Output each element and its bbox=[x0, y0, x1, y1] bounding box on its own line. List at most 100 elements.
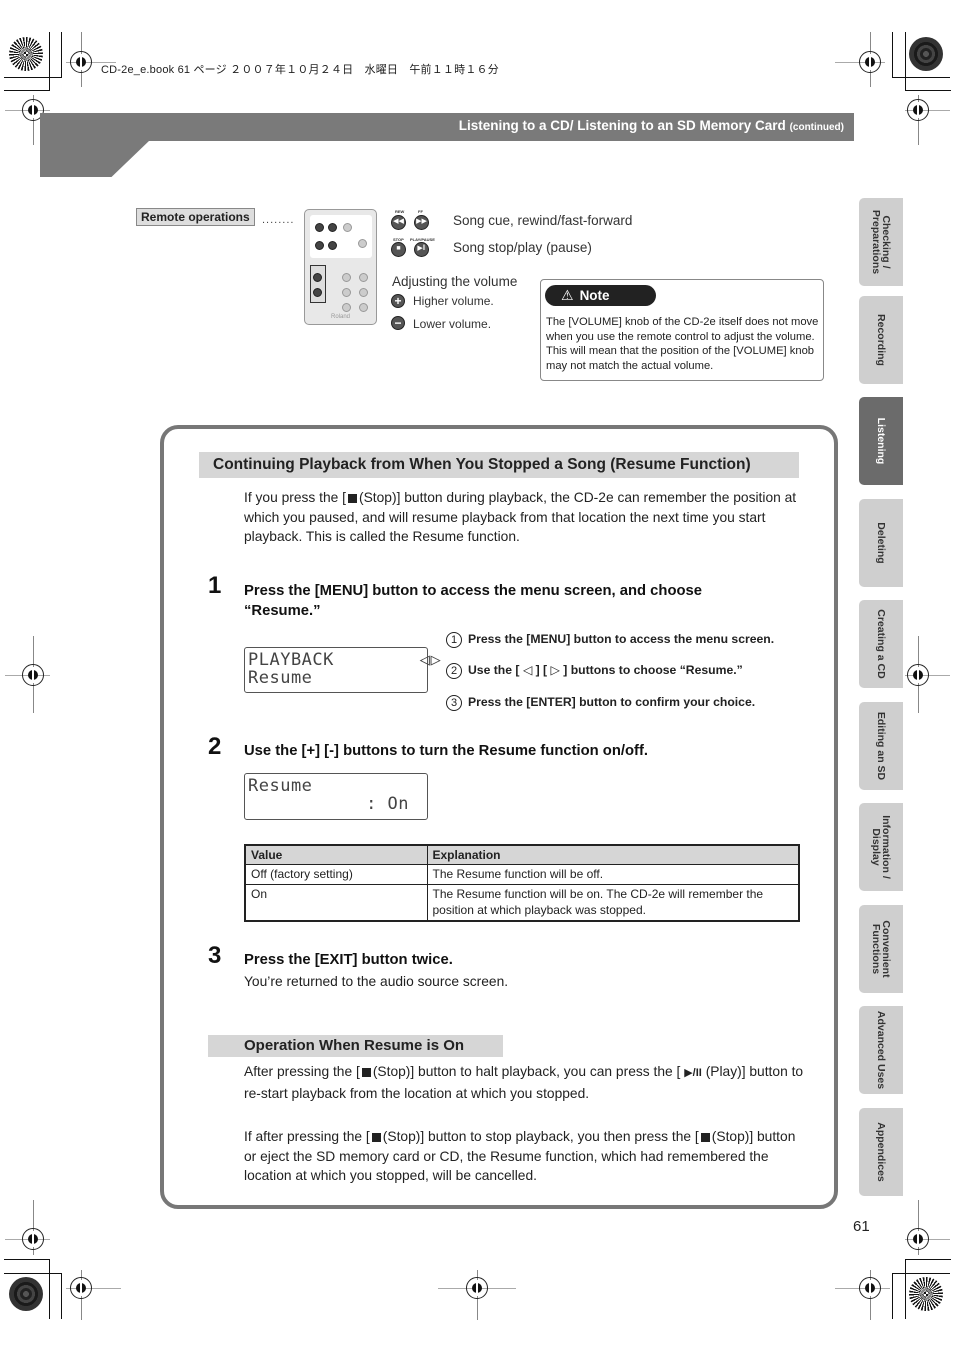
remote-down-button bbox=[359, 288, 368, 297]
step-title: Press the [EXIT] button twice. bbox=[244, 952, 453, 968]
table-row: On The Resume function will be on. The C… bbox=[244, 883, 800, 921]
table-row: Off (factory setting) The Resume functio… bbox=[244, 863, 800, 885]
side-tab-label: Editing an SD bbox=[875, 711, 887, 781]
registration-mark bbox=[859, 51, 881, 73]
remote-fast-button bbox=[342, 303, 351, 312]
table-cell: The Resume function will be off. bbox=[426, 863, 800, 885]
step-title: Use the [+] [-] buttons to turn the Resu… bbox=[244, 743, 649, 759]
sub-step: 2 Use the [ ◁ ] [ ▷ ] buttons to choose “… bbox=[446, 663, 743, 679]
sub-step: 1 Press the [MENU] button to access the m… bbox=[446, 632, 774, 648]
registration-mark bbox=[907, 664, 929, 686]
stop-icon bbox=[700, 1132, 710, 1142]
step-title: Press the [MENU] button to access the me… bbox=[244, 583, 702, 619]
side-tab-label: Convenient Functions bbox=[870, 920, 892, 978]
registration-mark bbox=[907, 1228, 929, 1250]
crop-line bbox=[4, 1259, 50, 1260]
crop-line bbox=[905, 90, 951, 91]
crop-line bbox=[892, 1273, 950, 1274]
remote-ff-button bbox=[328, 223, 337, 232]
step-number: 1 bbox=[208, 572, 222, 599]
crop-line bbox=[892, 1273, 893, 1319]
crop-line bbox=[4, 77, 62, 78]
registration-target-bottom-left bbox=[9, 1277, 43, 1311]
step-description: You’re returned to the audio source scre… bbox=[244, 974, 509, 989]
step-number: 3 bbox=[208, 942, 222, 969]
remote-control-illustration: Roland bbox=[304, 209, 377, 325]
text: If after pressing the [ bbox=[244, 1129, 370, 1144]
remote-repeat-button bbox=[343, 223, 352, 232]
rewind-icon: ◀◀ bbox=[391, 215, 406, 230]
remote-rew-button bbox=[315, 223, 324, 232]
intro-text-a: If you press the [ bbox=[244, 490, 346, 505]
sub-step-text: Use the [ ◁ ] [ ▷ ] buttons to choose “R… bbox=[468, 663, 743, 677]
side-tab-information-display[interactable]: Information / Display bbox=[859, 803, 903, 891]
side-tab-advanced-uses[interactable]: Advanced Uses bbox=[859, 1006, 903, 1094]
section-title: Continuing Playback from When You Stoppe… bbox=[199, 452, 799, 478]
table-cell: On bbox=[244, 883, 428, 921]
volume-heading: Adjusting the volume bbox=[392, 274, 518, 289]
crop-line bbox=[892, 77, 950, 78]
step-number: 2 bbox=[208, 733, 222, 760]
warning-icon: ⚠ bbox=[561, 287, 574, 303]
circled-number: 1 bbox=[446, 632, 462, 648]
text: (Stop)] button to stop playback, you the… bbox=[382, 1129, 699, 1144]
file-info: CD-2e_e.book 61 ページ ２００７年１０月２４日 水曜日 午前１１… bbox=[101, 64, 499, 76]
resume-values-table: Value Explanation Off (factory setting) … bbox=[244, 844, 800, 922]
side-tab-deleting[interactable]: Deleting bbox=[859, 499, 903, 587]
lcd-line-1: PLAYBACK ◁▷ bbox=[248, 650, 442, 670]
side-tab-label: Listening bbox=[875, 417, 887, 465]
remote-slow-button bbox=[342, 288, 351, 297]
plus-icon: + bbox=[391, 294, 405, 308]
registration-target-top-right bbox=[909, 37, 943, 71]
play-pause-icon: ▶/II bbox=[684, 1067, 702, 1079]
side-tab-recording[interactable]: Recording bbox=[859, 296, 903, 384]
remote-volume-group bbox=[310, 265, 326, 303]
side-tab-listening[interactable]: Listening bbox=[859, 397, 903, 485]
crop-line bbox=[61, 1273, 62, 1319]
crop-line bbox=[892, 32, 893, 78]
rew-caption: REW bbox=[395, 209, 405, 214]
crop-line bbox=[905, 1259, 951, 1260]
sub-step-text: Press the [ENTER] button to confirm your… bbox=[468, 695, 756, 709]
registration-mark bbox=[22, 664, 44, 686]
subsection-title: Operation When Resume is On bbox=[208, 1035, 503, 1057]
text: (Stop)] button to halt playback, you can… bbox=[372, 1064, 681, 1079]
remote-rec-button bbox=[358, 239, 367, 248]
registration-mark bbox=[70, 51, 92, 73]
note-text: The [VOLUME] knob of the CD-2e itself do… bbox=[546, 316, 819, 372]
side-tab-checking-preparations[interactable]: Checking / Preparations bbox=[859, 198, 903, 286]
remote-volume-up bbox=[313, 273, 322, 282]
registration-mark bbox=[466, 1277, 488, 1299]
side-tab-creating-a-cd[interactable]: Creating a CD bbox=[859, 600, 903, 688]
remote-play-button bbox=[328, 241, 337, 250]
crop-line bbox=[49, 32, 50, 91]
side-tab-label: Information / Display bbox=[870, 815, 892, 879]
side-tab-label: Appendices bbox=[875, 1122, 887, 1182]
side-tab-label: Recording bbox=[875, 314, 887, 366]
page-number: 61 bbox=[853, 1218, 870, 1235]
crop-line bbox=[905, 32, 906, 91]
volume-down-description: Lower volume. bbox=[413, 317, 492, 331]
fast-forward-icon: ▶▶ bbox=[414, 215, 429, 230]
header-title-text: Listening to a CD/ Listening to an SD Me… bbox=[458, 118, 786, 133]
registration-target-top-left bbox=[9, 37, 43, 71]
play-pause-icon: ▶‖ bbox=[414, 242, 429, 257]
registration-mark bbox=[859, 1277, 881, 1299]
remote-stop-button bbox=[315, 241, 324, 250]
registration-target-bottom-right bbox=[909, 1277, 943, 1311]
leader-dots: ........ bbox=[262, 214, 295, 226]
side-tab-convenient-functions[interactable]: Convenient Functions bbox=[859, 905, 903, 993]
lcd-line-1: Resume bbox=[248, 776, 313, 796]
header-band: Listening to a CD/ Listening to an SD Me… bbox=[40, 113, 854, 141]
column-header: Value bbox=[244, 844, 428, 865]
minus-icon: − bbox=[391, 316, 405, 330]
column-header: Explanation bbox=[426, 844, 800, 865]
header-continued: (continued) bbox=[789, 122, 844, 133]
side-tab-editing-an-sd[interactable]: Editing an SD bbox=[859, 702, 903, 790]
lcd-line-2: : On bbox=[248, 794, 410, 814]
note-label: ⚠ Note bbox=[545, 285, 656, 306]
table-cell: The Resume function will be on. The CD-2… bbox=[426, 883, 800, 921]
remote-top-panel bbox=[310, 215, 372, 258]
side-tab-appendices[interactable]: Appendices bbox=[859, 1108, 903, 1196]
side-tab-label: Checking / Preparations bbox=[870, 209, 892, 275]
